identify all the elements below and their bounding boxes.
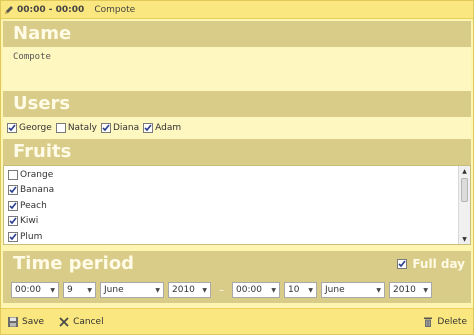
time-period-row: 00:00 ▼ 9 ▼ June ▼ 2010 ▼ – 00:00 ▼ 10 ▼… <box>3 277 471 303</box>
checkbox[interactable] <box>8 216 18 227</box>
end-month-value: June <box>325 285 345 295</box>
end-month-select[interactable]: June ▼ <box>321 282 385 298</box>
user-checkbox-george[interactable]: George <box>7 123 52 133</box>
checkbox[interactable] <box>8 231 18 242</box>
start-year-value: 2010 <box>172 285 195 295</box>
event-title-text: Compote <box>94 4 136 15</box>
checkbox[interactable] <box>55 123 66 133</box>
event-time: 00:00 - 00:00 <box>17 4 85 15</box>
start-month-value: June <box>104 285 124 295</box>
fruit-label: Peach <box>20 200 47 211</box>
start-month-select[interactable]: June ▼ <box>100 282 164 298</box>
end-day-select[interactable]: 10 ▼ <box>284 282 317 298</box>
end-day-value: 10 <box>288 285 300 295</box>
close-icon <box>59 316 69 327</box>
fruits-scrollbar[interactable]: ▲ ▼ <box>458 166 470 244</box>
end-year-select[interactable]: 2010 ▼ <box>389 282 432 298</box>
dropdown-arrow-icon: ▼ <box>271 286 276 294</box>
delete-label: Delete <box>437 316 467 327</box>
trash-icon <box>424 317 433 327</box>
cancel-button[interactable]: Cancel <box>58 316 104 328</box>
dropdown-arrow-icon: ▼ <box>50 286 55 294</box>
dropdown-arrow-icon: ▼ <box>87 286 92 294</box>
fruit-label: Banana <box>20 185 55 196</box>
checkbox[interactable] <box>8 200 18 211</box>
checkmark-icon <box>9 217 17 225</box>
fruit-label: Plum <box>20 231 43 242</box>
start-day-value: 9 <box>67 285 73 295</box>
end-time-select[interactable]: 00:00 ▼ <box>232 282 280 298</box>
scroll-up-arrow-icon[interactable]: ▲ <box>459 166 470 176</box>
start-day-select[interactable]: 9 ▼ <box>63 282 96 298</box>
dropdown-arrow-icon: ▼ <box>202 286 207 294</box>
fruit-label: Kiwi <box>20 216 39 227</box>
scroll-thumb[interactable] <box>461 178 468 202</box>
checkbox[interactable] <box>8 169 18 180</box>
checkbox[interactable] <box>397 259 408 269</box>
cancel-label: Cancel <box>73 316 104 327</box>
checkbox[interactable] <box>7 123 17 133</box>
dropdown-arrow-icon: ▼ <box>155 286 160 294</box>
start-year-select[interactable]: 2010 ▼ <box>168 282 211 298</box>
user-label: Adam <box>155 123 182 133</box>
user-label: George <box>19 123 52 133</box>
full-day-checkbox[interactable]: Full day <box>397 251 465 277</box>
user-label: Diana <box>112 123 140 133</box>
user-label: Nataly <box>67 123 97 133</box>
time-section-title: Time period <box>13 253 135 274</box>
checkbox[interactable] <box>100 123 111 133</box>
pencil-icon <box>5 5 13 14</box>
floppy-disk-icon <box>8 316 18 327</box>
name-textarea[interactable]: Compote <box>3 47 471 91</box>
checkmark-icon <box>9 202 17 209</box>
action-bar: Save Cancel Delete <box>1 308 473 334</box>
users-section-header: Users <box>3 91 471 117</box>
fruit-label: Orange <box>20 169 54 180</box>
dropdown-arrow-icon: ▼ <box>376 286 381 294</box>
checkmark-icon <box>8 124 16 132</box>
end-year-value: 2010 <box>393 285 416 295</box>
fruit-checkbox-banana[interactable]: Banana <box>8 183 466 199</box>
fruit-checkbox-peach[interactable]: Peach <box>8 198 466 214</box>
time-section-header: Time period Full day <box>3 251 471 277</box>
full-day-label: Full day <box>412 257 465 271</box>
user-checkbox-adam[interactable]: Adam <box>143 123 181 133</box>
save-label: Save <box>22 316 45 327</box>
user-checkbox-nataly[interactable]: Nataly <box>55 123 97 133</box>
scroll-down-arrow-icon[interactable]: ▼ <box>459 234 470 244</box>
dropdown-arrow-icon: ▼ <box>423 286 428 294</box>
event-editor-window: 00:00 - 00:00 Compote Name Compote Users… <box>0 0 474 335</box>
fruit-checkbox-orange[interactable]: Orange <box>8 167 466 183</box>
checkmark-icon <box>9 186 17 194</box>
checkbox[interactable] <box>143 123 154 133</box>
checkmark-icon <box>9 233 17 240</box>
fruits-section-header: Fruits <box>3 139 471 165</box>
dropdown-arrow-icon: ▼ <box>308 286 313 294</box>
fruit-checkbox-plum[interactable]: Plum <box>8 229 466 244</box>
delete-button[interactable]: Delete <box>422 316 467 328</box>
end-time-value: 00:00 <box>236 285 262 295</box>
date-range-separator: – <box>219 284 224 296</box>
fruits-listbox[interactable]: Orange Banana Peach Kiwi Plum ▲ ▼ <box>3 165 471 245</box>
checkmark-icon <box>144 124 152 132</box>
checkmark-icon <box>398 260 406 268</box>
start-time-value: 00:00 <box>15 285 41 295</box>
title-bar: 00:00 - 00:00 Compote <box>1 1 473 19</box>
checkbox[interactable] <box>8 185 18 196</box>
name-section-header: Name <box>3 21 471 47</box>
user-checkbox-diana[interactable]: Diana <box>100 123 140 133</box>
users-checkbox-group: George Nataly Diana Adam <box>3 117 471 139</box>
fruit-checkbox-kiwi[interactable]: Kiwi <box>8 214 466 230</box>
start-time-select[interactable]: 00:00 ▼ <box>11 282 59 298</box>
checkmark-icon <box>102 124 110 132</box>
save-button[interactable]: Save <box>7 316 44 328</box>
